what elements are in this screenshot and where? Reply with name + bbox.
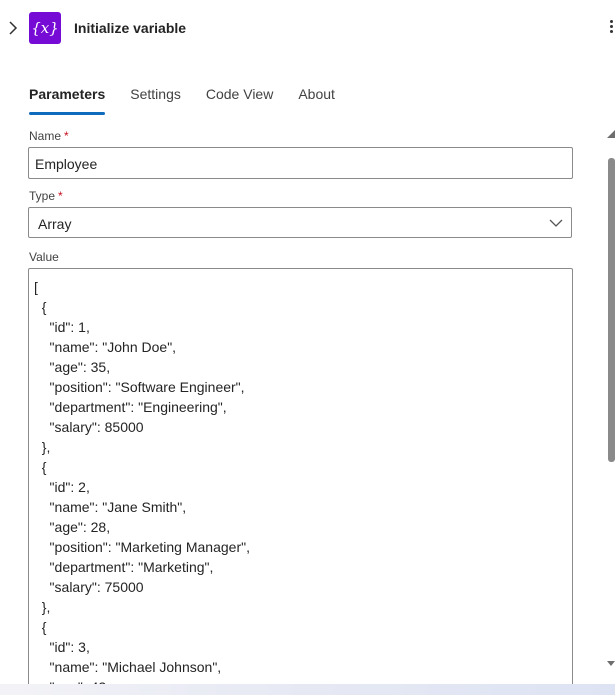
variable-icon: {x} <box>29 12 61 44</box>
type-label-text: Type <box>29 189 56 203</box>
type-select-value: Array <box>38 216 72 232</box>
scroll-thumb[interactable] <box>608 158 615 462</box>
type-field-label: Type * <box>29 189 63 203</box>
panel-scrollbar[interactable] <box>605 122 615 682</box>
action-title: Initialize variable <box>74 20 187 36</box>
tab-settings[interactable]: Settings <box>130 86 181 102</box>
value-editor[interactable]: [ { "id": 1, "name": "John Doe", "age": … <box>28 268 573 695</box>
value-field-label: Value <box>29 250 59 264</box>
bottom-edge <box>0 684 615 695</box>
required-mark: * <box>58 189 63 203</box>
chevron-down-icon <box>549 219 563 227</box>
type-select[interactable]: Array <box>28 207 572 238</box>
tab-parameters[interactable]: Parameters <box>29 86 106 115</box>
scroll-up-arrow-icon[interactable] <box>607 128 615 138</box>
name-input[interactable]: Employee <box>28 147 573 179</box>
action-card: {x} Initialize variable Parameters Setti… <box>0 0 615 695</box>
scroll-down-arrow-icon[interactable] <box>607 658 615 668</box>
expand-chevron-icon[interactable] <box>6 19 20 37</box>
tab-list: Parameters Settings Code View About <box>29 86 360 115</box>
required-mark: * <box>64 129 69 143</box>
name-field-label: Name * <box>29 129 69 143</box>
tab-code-view[interactable]: Code View <box>206 86 273 102</box>
more-options-icon[interactable] <box>606 18 615 38</box>
value-text: [ { "id": 1, "name": "John Doe", "age": … <box>34 279 250 695</box>
name-label-text: Name <box>29 129 62 143</box>
tab-about[interactable]: About <box>298 86 335 102</box>
